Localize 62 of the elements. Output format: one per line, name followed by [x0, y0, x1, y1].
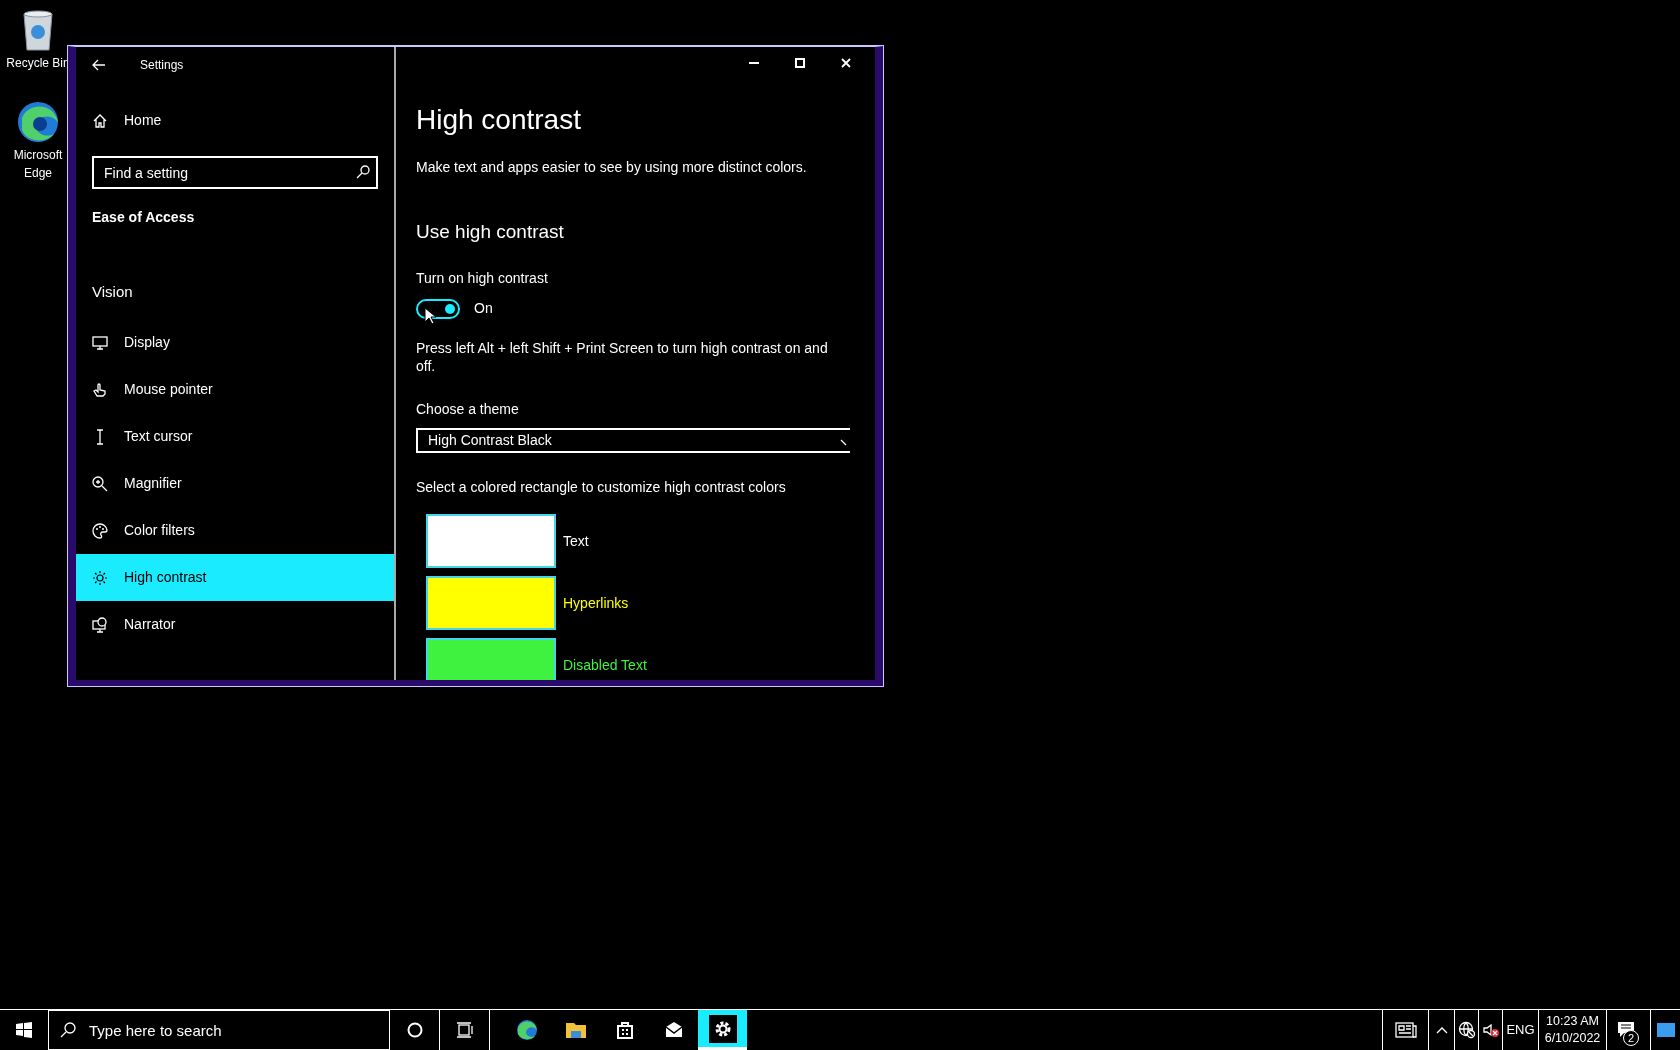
- narrator-icon: [92, 616, 108, 633]
- network-button[interactable]: [1454, 1010, 1478, 1050]
- notification-count: 2: [1623, 1030, 1639, 1046]
- back-icon[interactable]: [92, 59, 106, 71]
- clock-date: 6/10/2022: [1544, 1030, 1601, 1047]
- theme-dropdown[interactable]: High Contrast Black: [416, 428, 850, 454]
- display-icon: [92, 334, 108, 351]
- clock-time: 10:23 AM: [1546, 1013, 1599, 1030]
- close-icon: [841, 58, 851, 68]
- mouse-cursor-icon: [424, 306, 436, 325]
- sidebar-item[interactable]: Magnifier: [76, 460, 394, 507]
- palette-icon: [92, 522, 108, 539]
- section-heading: Use high contrast: [416, 219, 565, 244]
- circle-icon: [406, 1022, 423, 1038]
- newspaper-icon: [1394, 1022, 1417, 1038]
- color-swatch[interactable]: [426, 514, 556, 569]
- home-icon: [92, 112, 108, 129]
- search-field[interactable]: Find a setting: [92, 156, 378, 189]
- sidebar-item[interactable]: Text cursor: [76, 413, 394, 460]
- magnifier-icon: [92, 475, 108, 492]
- globe-icon: [1457, 1021, 1476, 1039]
- minimize-icon: [749, 62, 759, 64]
- swatch-label: Hyperlinks: [563, 593, 629, 613]
- instruction-text: Select a colored rectangle to customize high contrast colors: [416, 478, 787, 498]
- sun-icon: [92, 569, 108, 586]
- swatch-label: Disabled Text: [563, 655, 647, 675]
- desktop-preview-icon: [1656, 1023, 1675, 1037]
- maximize-icon: [795, 58, 805, 68]
- volume-button[interactable]: [1478, 1010, 1502, 1050]
- muted-speaker-icon: [1481, 1022, 1500, 1038]
- theme-label: Choose a theme: [416, 400, 520, 420]
- sidebar-item[interactable]: Display: [76, 319, 394, 366]
- window-title: Settings: [140, 57, 184, 74]
- home-link[interactable]: Home: [76, 97, 394, 144]
- section-heading: Ease of Access: [91, 208, 196, 227]
- sidebar-item[interactable]: Narrator: [76, 601, 394, 648]
- hand-pointer-icon: [92, 381, 108, 398]
- toggle-label: Turn on high contrast: [416, 269, 549, 289]
- search-icon: [356, 165, 370, 179]
- swatch-label: Text: [563, 531, 589, 551]
- edge-icon: [515, 1019, 538, 1041]
- language-button[interactable]: ENG: [1502, 1010, 1538, 1050]
- edge-icon[interactable]: [16, 100, 60, 144]
- shortcut-text: Press left Alt + left Shift + Print Screen to turn high contrast on and off.: [416, 339, 829, 376]
- search-icon: [60, 1022, 76, 1038]
- color-swatch[interactable]: [426, 576, 556, 631]
- taskbar-search-field[interactable]: Type here to search: [48, 1010, 390, 1050]
- taskbar-app-button[interactable]: [698, 1010, 747, 1050]
- group-heading: Vision: [91, 282, 134, 302]
- color-swatch[interactable]: [426, 638, 556, 680]
- sidebar-item[interactable]: Mouse pointer: [76, 366, 394, 413]
- desktop-icon-label[interactable]: Microsoft Edge: [8, 146, 68, 182]
- windows-logo-icon: [16, 1022, 32, 1038]
- page-title: High contrast: [416, 103, 582, 137]
- clock-button[interactable]: 10:23 AM 6/10/2022: [1538, 1010, 1606, 1050]
- description-text: Make text and apps easier to see by using more distinct colors.: [416, 157, 808, 177]
- sidebar-item[interactable]: Color filters: [76, 507, 394, 554]
- toggle-state: On: [474, 299, 493, 319]
- chevron-up-icon: [1435, 1026, 1448, 1034]
- task-view-icon: [455, 1022, 474, 1038]
- sidebar-item[interactable]: High contrast: [76, 554, 394, 601]
- notifications-button[interactable]: 2: [1606, 1010, 1644, 1050]
